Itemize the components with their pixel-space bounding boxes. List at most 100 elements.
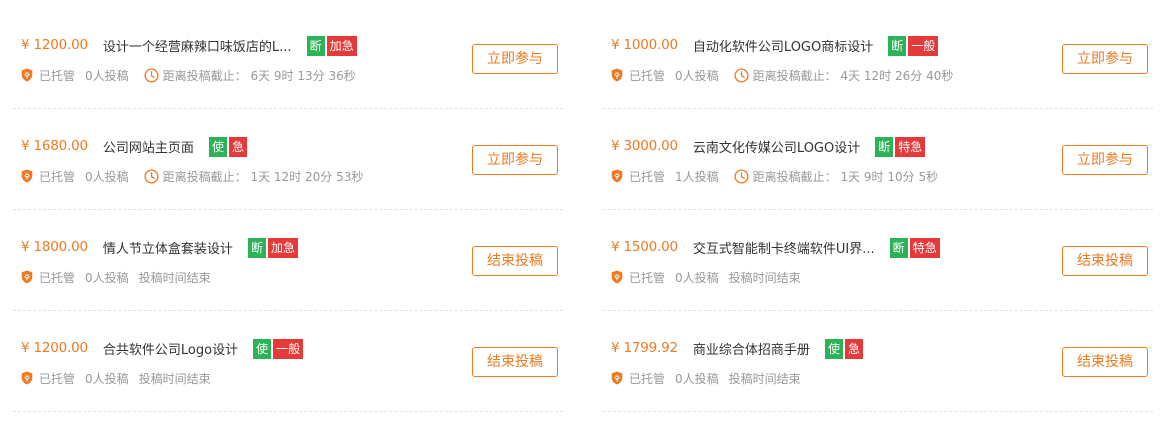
- bid-count: 0人投稿: [675, 270, 719, 285]
- shield-icon: [611, 169, 623, 183]
- task-meta: 已托管 0人投稿 距离投稿截止： 4天 12时 26分 40秒: [611, 66, 953, 84]
- task-header: ¥ 1500.00 交互式智能制卡终端软件UI界... 断特急: [611, 237, 942, 258]
- task-header: ¥ 1800.00 情人节立体盒套装设计 断加急: [21, 237, 300, 258]
- task-tag: 特急: [909, 237, 940, 258]
- task-tag: 使: [208, 136, 227, 157]
- escrow-status: 已托管: [629, 68, 666, 83]
- shield-icon: [21, 371, 33, 385]
- task-card: ¥ 1799.92 商业综合体招商手册 使急 已托管 0人投稿 投稿时间结束 结…: [603, 311, 1153, 412]
- task-header: ¥ 1799.92 商业综合体招商手册 使急: [611, 338, 865, 359]
- action-button[interactable]: 结束投稿: [472, 347, 558, 377]
- task-tags: 断加急: [247, 237, 300, 258]
- task-tag: 断: [875, 136, 894, 157]
- task-column-right: ¥ 1000.00 自动化软件公司LOGO商标设计 断一般 已托管 0人投稿 距…: [603, 8, 1153, 412]
- deadline-text: 距离投稿截止： 1天 9时 10分 5秒: [752, 169, 939, 184]
- task-meta: 已托管 0人投稿 投稿时间结束: [21, 268, 211, 286]
- task-price: ¥ 1000.00: [611, 37, 678, 53]
- action-button[interactable]: 立即参与: [472, 44, 558, 74]
- escrow-status: 已托管: [629, 270, 666, 285]
- bid-count: 0人投稿: [85, 68, 129, 83]
- shield-icon: [611, 270, 623, 284]
- clock-icon: [734, 67, 749, 83]
- task-meta: 已托管 0人投稿 投稿时间结束: [611, 369, 801, 387]
- task-tags: 断特急: [889, 237, 942, 258]
- action-button[interactable]: 立即参与: [472, 145, 558, 175]
- task-meta: 已托管 0人投稿 距离投稿截止： 1天 12时 20分 53秒: [21, 167, 363, 185]
- task-tag: 使: [253, 338, 272, 359]
- task-card: ¥ 1200.00 设计一个经营麻辣口味饭店的L... 断加急 已托管 0人投稿…: [13, 8, 563, 109]
- task-header: ¥ 1200.00 合共软件公司Logo设计 使一般: [21, 338, 305, 359]
- escrow-status: 已托管: [39, 68, 76, 83]
- deadline-text: 投稿时间结束: [728, 270, 801, 285]
- task-card: ¥ 1800.00 情人节立体盒套装设计 断加急 已托管 0人投稿 投稿时间结束…: [13, 210, 563, 311]
- deadline-text: 距离投稿截止： 1天 12时 20分 53秒: [162, 169, 364, 184]
- task-tag: 一般: [908, 35, 939, 56]
- task-column-left: ¥ 1200.00 设计一个经营麻辣口味饭店的L... 断加急 已托管 0人投稿…: [13, 8, 563, 412]
- escrow-status: 已托管: [629, 169, 666, 184]
- action-button[interactable]: 立即参与: [1062, 145, 1148, 175]
- task-price: ¥ 1500.00: [611, 239, 678, 255]
- deadline-text: 投稿时间结束: [728, 371, 801, 386]
- task-price: ¥ 1680.00: [21, 138, 88, 154]
- shield-icon: [611, 371, 623, 385]
- task-meta: 已托管 0人投稿 投稿时间结束: [21, 369, 211, 387]
- task-title[interactable]: 商业综合体招商手册: [693, 339, 810, 358]
- shield-icon: [21, 270, 33, 284]
- task-tag: 加急: [326, 35, 357, 56]
- escrow-status: 已托管: [629, 371, 666, 386]
- shield-icon: [21, 169, 33, 183]
- action-button[interactable]: 结束投稿: [1062, 246, 1148, 276]
- task-card: ¥ 3000.00 云南文化传媒公司LOGO设计 断特急 已托管 1人投稿 距离…: [603, 109, 1153, 210]
- task-tags: 使一般: [253, 338, 305, 359]
- task-title[interactable]: 公司网站主页面: [103, 137, 194, 156]
- task-tag: 特急: [895, 136, 926, 157]
- task-tags: 断特急: [875, 136, 927, 157]
- action-button[interactable]: 立即参与: [1062, 44, 1148, 74]
- task-title[interactable]: 交互式智能制卡终端软件UI界...: [693, 238, 875, 257]
- bid-count: 1人投稿: [675, 169, 719, 184]
- task-title[interactable]: 云南文化传媒公司LOGO设计: [693, 137, 860, 156]
- action-button[interactable]: 结束投稿: [1062, 347, 1148, 377]
- task-meta: 已托管 1人投稿 距离投稿截止： 1天 9时 10分 5秒: [611, 167, 938, 185]
- task-tag: 一般: [273, 338, 304, 359]
- clock-icon: [144, 67, 159, 83]
- task-grid: ¥ 1200.00 设计一个经营麻辣口味饭店的L... 断加急 已托管 0人投稿…: [0, 0, 1166, 425]
- task-tag: 使: [824, 338, 843, 359]
- bid-count: 0人投稿: [85, 169, 129, 184]
- deadline-text: 距离投稿截止： 4天 12时 26分 40秒: [752, 68, 954, 83]
- task-price: ¥ 1200.00: [21, 37, 88, 53]
- deadline-text: 投稿时间结束: [138, 270, 211, 285]
- task-tag: 急: [844, 338, 863, 359]
- task-header: ¥ 1000.00 自动化软件公司LOGO商标设计 断一般: [611, 35, 940, 56]
- task-title[interactable]: 合共软件公司Logo设计: [103, 339, 238, 358]
- task-title[interactable]: 情人节立体盒套装设计: [103, 238, 233, 257]
- task-tag: 断: [306, 35, 325, 56]
- task-title[interactable]: 自动化软件公司LOGO商标设计: [693, 36, 873, 55]
- task-tag: 断: [888, 35, 907, 56]
- clock-icon: [734, 168, 749, 184]
- task-header: ¥ 1680.00 公司网站主页面 使急: [21, 136, 249, 157]
- escrow-status: 已托管: [39, 169, 76, 184]
- task-header: ¥ 3000.00 云南文化传媒公司LOGO设计 断特急: [611, 136, 927, 157]
- deadline-text: 距离投稿截止： 6天 9时 13分 36秒: [162, 68, 356, 83]
- task-card: ¥ 1680.00 公司网站主页面 使急 已托管 0人投稿 距离投稿截止： 1天…: [13, 109, 563, 210]
- task-tags: 断一般: [888, 35, 940, 56]
- action-button[interactable]: 结束投稿: [472, 246, 558, 276]
- task-tag: 断: [247, 237, 266, 258]
- task-card: ¥ 1000.00 自动化软件公司LOGO商标设计 断一般 已托管 0人投稿 距…: [603, 8, 1153, 109]
- task-title[interactable]: 设计一个经营麻辣口味饭店的L...: [103, 36, 292, 55]
- task-tag: 急: [228, 136, 247, 157]
- deadline-text: 投稿时间结束: [138, 371, 211, 386]
- shield-icon: [21, 68, 33, 82]
- shield-icon: [611, 68, 623, 82]
- task-meta: 已托管 0人投稿 距离投稿截止： 6天 9时 13分 36秒: [21, 66, 356, 84]
- bid-count: 0人投稿: [675, 68, 719, 83]
- task-price: ¥ 1200.00: [21, 340, 88, 356]
- task-tags: 使急: [824, 338, 865, 359]
- task-price: ¥ 3000.00: [611, 138, 678, 154]
- task-meta: 已托管 0人投稿 投稿时间结束: [611, 268, 801, 286]
- task-tags: 使急: [208, 136, 249, 157]
- bid-count: 0人投稿: [85, 371, 129, 386]
- escrow-status: 已托管: [39, 270, 76, 285]
- task-price: ¥ 1799.92: [611, 340, 678, 356]
